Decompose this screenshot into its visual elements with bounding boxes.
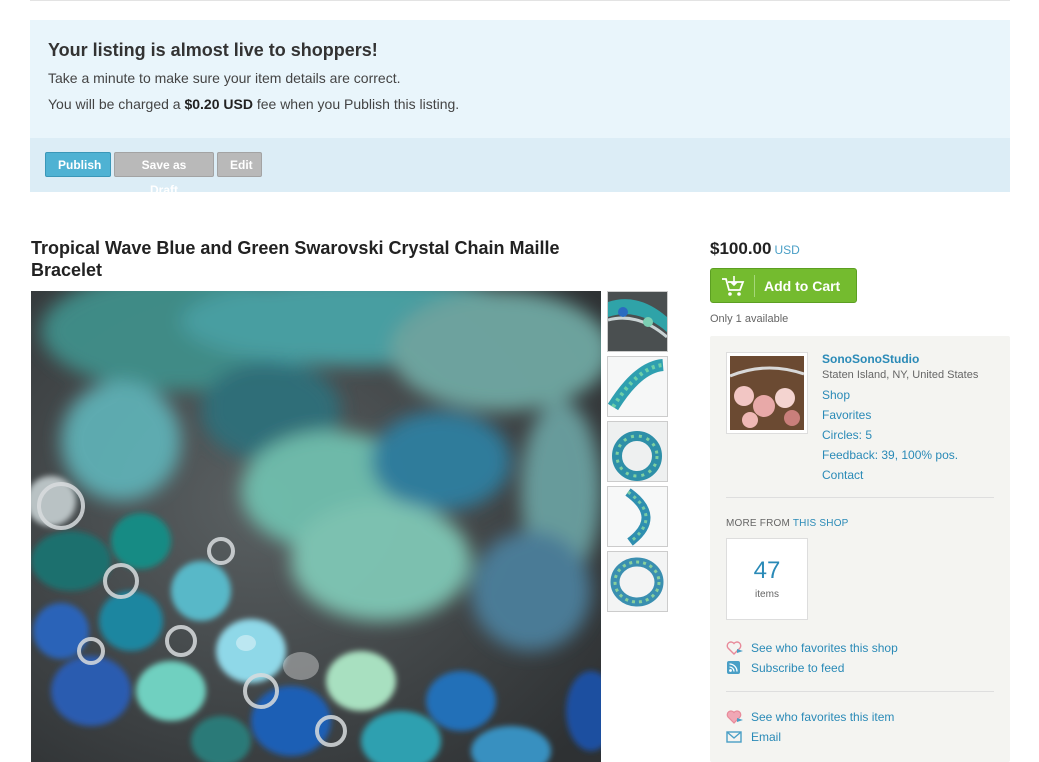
- fee-amount: $0.20 USD: [184, 96, 253, 112]
- listing-title: Tropical Wave Blue and Green Swarovski C…: [31, 238, 560, 280]
- thumbnail-4[interactable]: [607, 486, 668, 547]
- circles-link[interactable]: Circles: 5: [822, 428, 872, 442]
- thumbnail-1-photo: [608, 292, 667, 351]
- price-currency: USD: [774, 243, 800, 257]
- item-count: 47: [753, 557, 781, 584]
- notice-fee-text: You will be charged a $0.20 USD fee when…: [48, 96, 459, 112]
- email-label: Email: [751, 730, 782, 744]
- fav-item-label: See who favorites this item: [751, 710, 895, 724]
- thumbnail-2-photo: [608, 357, 667, 416]
- shop-avatar[interactable]: [726, 352, 808, 434]
- cart-button-separator: [754, 275, 755, 297]
- add-to-cart-label: Add to Cart: [764, 278, 841, 294]
- rss-icon: [727, 661, 740, 674]
- shop-location: Staten Island, NY, United States: [822, 369, 979, 381]
- notice-details-text: Take a minute to make sure your item det…: [48, 70, 401, 86]
- more-from-heading: MORE FROM THIS SHOP: [726, 518, 849, 529]
- availability-text: Only 1 available: [710, 313, 789, 325]
- shop-divider-1: [726, 497, 994, 498]
- main-product-image[interactable]: [31, 291, 601, 762]
- heart-icon: [726, 710, 743, 724]
- thumbnail-1[interactable]: [607, 291, 668, 352]
- thumbnail-3[interactable]: [607, 421, 668, 482]
- subscribe-label: Subscribe to feed: [751, 661, 845, 675]
- thumbnail-4-photo: [608, 487, 667, 546]
- publish-button[interactable]: Publish: [45, 152, 111, 177]
- cart-icon: [722, 276, 745, 296]
- fee-suffix: fee when you Publish this listing.: [252, 96, 460, 112]
- feedback-link[interactable]: Feedback: 39, 100% pos.: [822, 448, 958, 462]
- this-shop-link[interactable]: THIS SHOP: [793, 518, 849, 529]
- shop-item-count-tile[interactable]: 47 items: [726, 538, 808, 620]
- price: $100.00 USD: [710, 239, 800, 259]
- shop-link[interactable]: Shop: [822, 388, 850, 402]
- envelope-icon: [726, 731, 742, 743]
- thumbnail-3-photo: [608, 422, 667, 481]
- heart-icon: [726, 641, 743, 655]
- edit-button[interactable]: Edit: [217, 152, 262, 177]
- fee-prefix: You will be charged a: [48, 96, 185, 112]
- thumbnail-2[interactable]: [607, 356, 668, 417]
- add-to-cart-button[interactable]: Add to Cart: [710, 268, 857, 303]
- save-draft-button[interactable]: Save as Draft: [114, 152, 214, 197]
- price-amount: $100.00: [710, 239, 772, 258]
- shop-avatar-photo: [729, 356, 805, 430]
- fav-shop-label: See who favorites this shop: [751, 641, 898, 655]
- item-count-label: items: [755, 589, 779, 600]
- bracelet-photo: [31, 291, 601, 762]
- thumbnail-5[interactable]: [607, 551, 668, 612]
- favorites-link[interactable]: Favorites: [822, 408, 871, 422]
- shop-info-panel: SonoSonoStudio Staten Island, NY, United…: [710, 336, 1010, 762]
- notice-action-bar: Publish Save as Draft Edit: [30, 138, 1010, 197]
- top-divider: [30, 0, 1010, 1]
- publish-notice-panel: Your listing is almost live to shoppers!…: [30, 20, 1010, 197]
- notice-title: Your listing is almost live to shoppers!: [48, 40, 378, 60]
- shop-divider-2: [726, 691, 994, 692]
- contact-link[interactable]: Contact: [822, 468, 863, 482]
- thumbnail-5-photo: [608, 552, 667, 611]
- shop-name-link[interactable]: SonoSonoStudio: [822, 352, 919, 366]
- more-from-prefix: MORE FROM: [726, 518, 791, 529]
